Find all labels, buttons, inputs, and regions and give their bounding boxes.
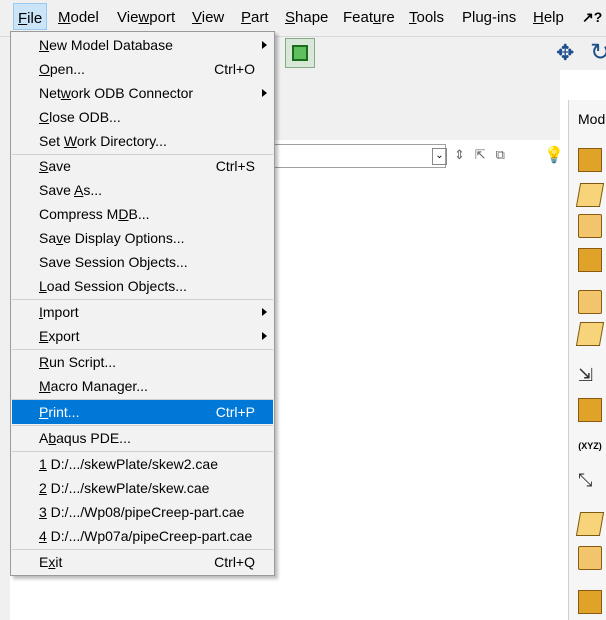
menu-file[interactable]: File	[13, 3, 48, 30]
edit-feature-icon[interactable]	[575, 322, 605, 346]
sketch-icon[interactable]	[575, 512, 605, 536]
stepper-icon[interactable]: ⇕	[454, 147, 465, 163]
menu-item-close-odb[interactable]: Close ODB...	[12, 105, 273, 129]
menu-item-open[interactable]: Open... Ctrl+O	[12, 57, 273, 81]
menu-model[interactable]: Model	[58, 9, 99, 26]
menu-item-recent-3[interactable]: 3 D:/.../Wp08/pipeCreep-part.cae	[12, 500, 273, 524]
menu-item-set-work-directory[interactable]: Set Work Directory...	[12, 129, 273, 153]
menu-item-new-model-database[interactable]: New Model Database	[12, 33, 273, 57]
menu-item-abaqus-pde[interactable]: Abaqus PDE...	[12, 426, 273, 450]
query-icon[interactable]: ⇲	[578, 365, 602, 389]
menu-item-recent-1[interactable]: 1 D:/.../skewPlate/skew2.cae	[12, 452, 273, 476]
shortcut-label: Ctrl+O	[214, 61, 255, 77]
menu-item-load-session-objects[interactable]: Load Session Objects...	[12, 274, 273, 298]
menu-item-compress-mdb[interactable]: Compress MDB...	[12, 202, 273, 226]
model-tree-header	[274, 70, 560, 140]
datum-axis-icon[interactable]: ⤡	[578, 470, 602, 494]
menu-item-save[interactable]: Save Ctrl+S	[12, 154, 273, 178]
shortcut-label: Ctrl+S	[215, 158, 255, 174]
menu-item-save-as[interactable]: Save As...	[12, 178, 273, 202]
edit-sketch-icon[interactable]	[578, 546, 602, 570]
menu-item-import[interactable]: Import	[12, 300, 273, 324]
submenu-arrow-icon	[262, 41, 267, 49]
menu-item-recent-2[interactable]: 2 D:/.../skewPlate/skew.cae	[12, 476, 273, 500]
menu-tools[interactable]: Tools	[409, 9, 444, 26]
lightbulb-icon[interactable]: 💡	[544, 145, 564, 165]
datum-icon[interactable]	[578, 290, 602, 314]
menu-viewport[interactable]: Viewport	[117, 9, 175, 26]
partition-icon[interactable]	[578, 398, 602, 422]
submenu-arrow-icon	[262, 332, 267, 340]
pan-icon[interactable]: ✥	[556, 40, 574, 66]
context-help-button[interactable]: ↗?	[582, 9, 602, 26]
menu-help[interactable]: Help	[533, 9, 564, 26]
solid-icon[interactable]	[578, 248, 602, 272]
menu-shape[interactable]: Shape	[285, 9, 328, 26]
cube-icon	[292, 45, 308, 61]
model-tree-filter-field[interactable]	[274, 144, 446, 168]
model-tree-area	[274, 175, 566, 620]
menu-part[interactable]: Part	[241, 9, 269, 26]
tree-filter-icon[interactable]: ⧉	[496, 147, 505, 163]
menu-item-macro-manager[interactable]: Macro Manager...	[12, 374, 273, 398]
menu-feature[interactable]: Feature	[343, 9, 395, 26]
cut-icon[interactable]	[578, 214, 602, 238]
chevron-down-icon[interactable]: ⌄	[432, 148, 447, 165]
menu-item-save-session-objects[interactable]: Save Session Objects...	[12, 250, 273, 274]
create-part-icon[interactable]	[578, 148, 602, 172]
shortcut-label: Ctrl+Q	[214, 554, 255, 570]
menu-view[interactable]: View	[192, 9, 224, 26]
menu-item-export[interactable]: Export	[12, 324, 273, 348]
shortcut-label: Ctrl+P	[215, 404, 255, 420]
menu-item-save-display-options[interactable]: Save Display Options...	[12, 226, 273, 250]
repair-icon[interactable]	[578, 590, 602, 614]
tree-up-icon[interactable]: ⇱	[475, 147, 486, 163]
menu-item-recent-4[interactable]: 4 D:/.../Wp07a/pipeCreep-part.cae	[12, 524, 273, 548]
part-display-button[interactable]	[285, 38, 315, 68]
left-strip	[0, 36, 10, 620]
extrude-icon[interactable]	[575, 183, 605, 207]
menu-item-run-script[interactable]: Run Script...	[12, 350, 273, 374]
menu-item-network-odb-connector[interactable]: Network ODB Connector	[12, 81, 273, 105]
submenu-arrow-icon	[262, 308, 267, 316]
rotate-icon[interactable]: ↻	[590, 38, 606, 67]
module-label: Mod	[578, 111, 606, 127]
submenu-arrow-icon	[262, 89, 267, 97]
module-toolbox	[568, 100, 606, 620]
menu-item-exit[interactable]: Exit Ctrl+Q	[12, 550, 273, 574]
menu-item-print[interactable]: Print... Ctrl+P	[12, 400, 273, 424]
menu-plugins[interactable]: Plug-ins	[462, 9, 516, 26]
file-menu: New Model Database Open... Ctrl+O Network…	[10, 31, 275, 576]
coords-tool-icon[interactable]: (XYZ)	[578, 440, 602, 464]
